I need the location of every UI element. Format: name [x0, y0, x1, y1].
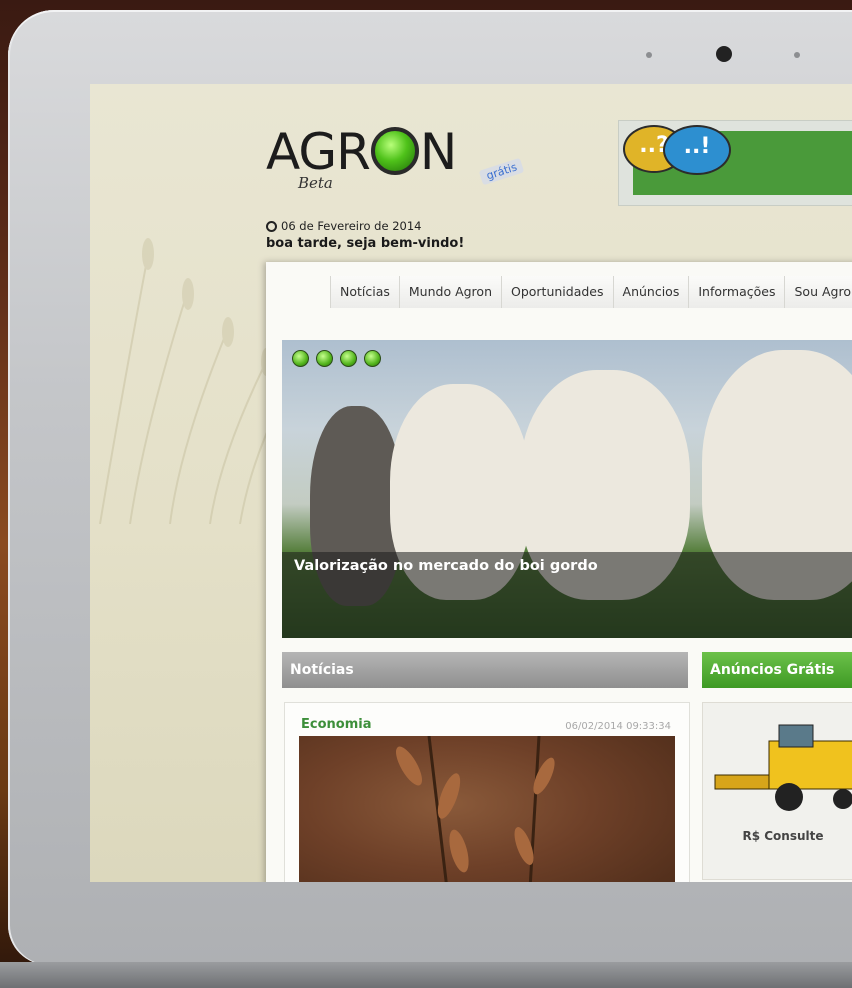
laptop-base: [0, 962, 852, 988]
nav-item-informacoes[interactable]: Informações: [689, 276, 786, 308]
logo-ball-icon: [370, 127, 419, 175]
nav-item-oportunidades[interactable]: Oportunidades: [502, 276, 614, 308]
slide-dot-icon[interactable]: [316, 350, 333, 367]
browser-screen: AGR N Beta grátis 06 de Fevereiro de 2014…: [90, 84, 852, 882]
wheat-decoration: [99, 238, 281, 524]
hero-caption[interactable]: Valorização no mercado do boi gordo: [294, 558, 598, 574]
logo-text-start: AGR: [266, 123, 371, 181]
soybean-pods-image: [396, 736, 555, 882]
hero-caption-bar: Valorização no mercado do boi gordo: [282, 552, 852, 638]
ads-section-header[interactable]: Anúncios Grátis: [702, 652, 852, 688]
greeting-text: boa tarde, seja bem-vindo!: [266, 236, 465, 251]
hero-slider[interactable]: Valorização no mercado do boi gordo: [282, 340, 852, 638]
header-banner[interactable]: ..? ..!: [618, 120, 852, 206]
chat-bubble-icon: ..!: [663, 125, 731, 175]
ad-price: R$ Consulte: [742, 829, 824, 843]
logo-text-end: N: [419, 123, 457, 181]
beta-label: Beta: [298, 174, 333, 192]
slide-dot-icon[interactable]: [292, 350, 309, 367]
slide-dot-icon[interactable]: [364, 350, 381, 367]
gratis-badge: grátis: [478, 157, 525, 186]
slide-dot-icon[interactable]: [340, 350, 357, 367]
main-content-card: Notícias Mundo Agron Oportunidades Anúnc…: [266, 262, 852, 882]
sensor-right-icon: [794, 52, 800, 58]
sensor-left-icon: [646, 52, 652, 58]
news-category[interactable]: Economia: [301, 717, 371, 732]
nav-item-anuncios[interactable]: Anúncios: [613, 276, 690, 308]
harvester-image: [714, 724, 852, 811]
date-line: 06 de Fevereiro de 2014: [266, 219, 421, 233]
nav-item-noticias[interactable]: Notícias: [330, 276, 400, 308]
news-section-header[interactable]: Notícias: [282, 652, 688, 688]
nav-item-mundo-agron[interactable]: Mundo Agron: [399, 276, 502, 308]
camera-icon: [716, 46, 732, 62]
site-logo[interactable]: AGR N Beta grátis: [266, 123, 525, 192]
nav-item-sou-agron[interactable]: Sou Agron: [785, 276, 852, 308]
main-nav: Notícias Mundo Agron Oportunidades Anúnc…: [330, 276, 852, 308]
ad-item[interactable]: R$ Consulte: [702, 702, 852, 880]
news-timestamp: 06/02/2014 09:33:34: [565, 721, 671, 732]
news-image[interactable]: [299, 736, 675, 882]
date-text: 06 de Fevereiro de 2014: [281, 219, 422, 233]
clock-icon: [266, 221, 277, 232]
news-item[interactable]: Economia 06/02/2014 09:33:34: [284, 702, 690, 882]
